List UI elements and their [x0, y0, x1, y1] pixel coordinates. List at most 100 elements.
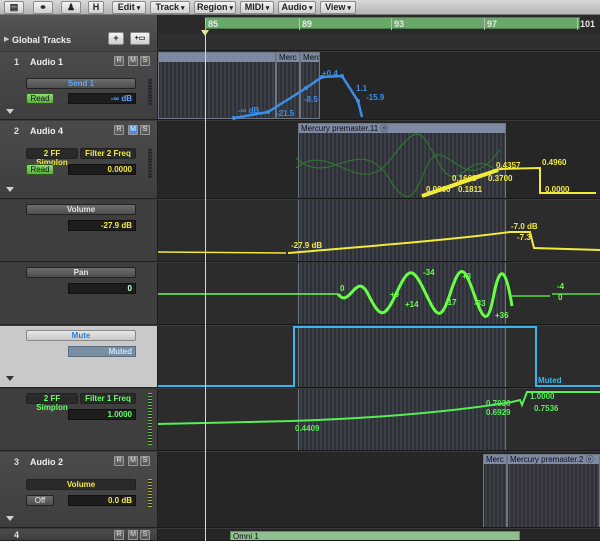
track-number: 4	[14, 530, 20, 540]
region-title: Merc	[484, 455, 506, 464]
track-lane-audio2[interactable]: Merc Mercury premaster.2 ⓞ	[158, 452, 600, 528]
automation-parameter-select[interactable]: Volume	[26, 204, 136, 215]
audio-region[interactable]: Merc	[276, 52, 300, 119]
audio-region[interactable]: Merc	[483, 454, 507, 527]
menu-track[interactable]: Track	[150, 1, 190, 14]
track-name[interactable]: Audio 4	[30, 126, 63, 136]
region-continuation	[298, 326, 506, 387]
automation-lane-volume[interactable]	[158, 200, 600, 262]
waveform	[159, 62, 275, 118]
automation-parameter-select[interactable]: Filter 2 Freq	[80, 148, 136, 159]
record-enable-icon[interactable]: R	[114, 456, 124, 466]
waveform	[299, 200, 505, 261]
audio-region[interactable]: Mercury premaster.2 ⓞ	[507, 454, 600, 527]
region-title: Omni 1	[231, 532, 519, 540]
automation-value[interactable]: 0.0 dB	[68, 495, 136, 506]
track-lane-audio4[interactable]: Mercury premaster.11 ⓞ	[158, 121, 600, 199]
global-tracks-header[interactable]: ▶ Global Tracks + +▭	[0, 15, 158, 51]
expand-triangle-icon[interactable]	[6, 516, 14, 521]
automation-value[interactable]: -∞ dB	[68, 93, 136, 104]
automation-mode-read[interactable]: Read	[26, 93, 54, 104]
menu-edit[interactable]: Edit	[112, 1, 146, 14]
solo-button[interactable]: S	[140, 530, 150, 540]
midi-region[interactable]: Omni 1	[230, 531, 520, 540]
mute-button[interactable]: M	[128, 125, 138, 135]
waveform	[484, 464, 506, 527]
waveform	[299, 389, 505, 450]
playhead[interactable]	[205, 30, 206, 541]
automation-plugin-select[interactable]: 2 FF Simplon	[26, 148, 78, 167]
solo-button[interactable]: S	[140, 125, 150, 135]
track-header-audio2[interactable]: 3 Audio 2 R M S Volume Off 0.0 dB	[0, 452, 158, 528]
menu-region[interactable]: Region	[194, 1, 236, 14]
track-number: 2	[14, 126, 20, 136]
track-name[interactable]: Audio 1	[30, 57, 63, 67]
automation-lane-pan[interactable]	[158, 263, 600, 325]
automation-lane-header-mute[interactable]: Mute Muted	[0, 326, 158, 388]
ruler-bar-93: 93	[394, 19, 405, 29]
region-continuation	[298, 263, 506, 324]
expand-triangle-icon[interactable]	[6, 187, 14, 192]
automation-value[interactable]: -27.9 dB	[68, 220, 136, 231]
region-title: Merc	[301, 53, 319, 62]
audio-region[interactable]	[158, 52, 276, 119]
automation-parameter-select[interactable]: Filter 1 Freq	[80, 393, 136, 404]
hide-button[interactable]: H	[88, 1, 104, 14]
catch-icon[interactable]: ♟	[61, 1, 81, 14]
disclosure-triangle-icon[interactable]: ▶	[4, 35, 9, 43]
expand-triangle-icon[interactable]	[6, 109, 14, 114]
track-lane-audio1[interactable]: Merc Merc	[158, 52, 600, 120]
mute-button[interactable]: M	[128, 530, 138, 540]
expand-triangle-icon[interactable]	[6, 376, 14, 381]
ruler-tick	[577, 18, 578, 30]
menu-audio[interactable]: Audio	[278, 1, 316, 14]
automation-value[interactable]: 1.0000	[68, 409, 136, 420]
menu-midi[interactable]: MIDI	[240, 1, 274, 14]
waveform	[277, 62, 299, 118]
automation-lane-header-volume[interactable]: Volume -27.9 dB	[0, 200, 158, 262]
track-header-audio1[interactable]: 1 Audio 1 R M S Send 1 Read -∞ dB	[0, 52, 158, 120]
automation-value[interactable]: Muted	[68, 346, 136, 357]
level-meter	[148, 78, 152, 106]
ruler-bar-97: 97	[487, 19, 498, 29]
automation-lane-header-filter1[interactable]: 2 FF Simplon Filter 1 Freq 1.0000	[0, 389, 158, 451]
menu-view[interactable]: View	[320, 1, 356, 14]
automation-parameter-select[interactable]: Send 1	[26, 78, 136, 89]
record-enable-icon[interactable]: R	[114, 530, 124, 540]
add-track-icon[interactable]: +	[108, 32, 124, 45]
toolbar: ▤ ⚭ ♟ H Edit Track Region MIDI Audio Vie…	[0, 0, 600, 15]
ruler-bar-89: 89	[302, 19, 313, 29]
level-meter	[148, 148, 152, 178]
track-lane-omni1[interactable]: Omni 1	[158, 529, 600, 541]
solo-button[interactable]: S	[140, 56, 150, 66]
track-name[interactable]: Audio 2	[30, 457, 63, 467]
solo-button[interactable]: S	[140, 456, 150, 466]
track-header-audio4[interactable]: 2 Audio 4 R M S 2 FF Simplon Filter 2 Fr…	[0, 121, 158, 199]
waveform	[301, 62, 319, 118]
automation-mode-read[interactable]: Read	[26, 164, 54, 175]
cycle-region[interactable]	[205, 17, 580, 29]
track-header-omni1[interactable]: 4 R M S	[0, 529, 158, 541]
automation-value[interactable]: 0.0000	[68, 164, 136, 175]
mute-button[interactable]: M	[128, 456, 138, 466]
automation-parameter-select[interactable]: Pan	[26, 267, 136, 278]
waveform	[299, 133, 505, 198]
automation-parameter-select[interactable]: Volume	[26, 479, 136, 490]
automation-lane-header-pan[interactable]: Pan 0	[0, 263, 158, 325]
record-enable-icon[interactable]: R	[114, 56, 124, 66]
automation-parameter-select[interactable]: Mute	[26, 330, 136, 341]
automation-plugin-select[interactable]: 2 FF Simplon	[26, 393, 78, 412]
automation-mode-off[interactable]: Off	[26, 495, 54, 506]
automation-value[interactable]: 0	[68, 283, 136, 294]
automation-lane-filter1[interactable]	[158, 389, 600, 451]
mute-button[interactable]: M	[128, 56, 138, 66]
waveform	[299, 326, 505, 387]
ruler-tick	[484, 18, 485, 30]
audio-region[interactable]: Mercury premaster.11 ⓞ	[298, 123, 506, 198]
record-enable-icon[interactable]: R	[114, 125, 124, 135]
audio-region[interactable]: Merc	[300, 52, 320, 119]
duplicate-track-icon[interactable]: +▭	[130, 32, 150, 45]
toolbar-menu-icon[interactable]: ▤	[4, 1, 24, 14]
link-icon[interactable]: ⚭	[33, 1, 53, 14]
automation-lane-mute[interactable]	[158, 326, 600, 388]
